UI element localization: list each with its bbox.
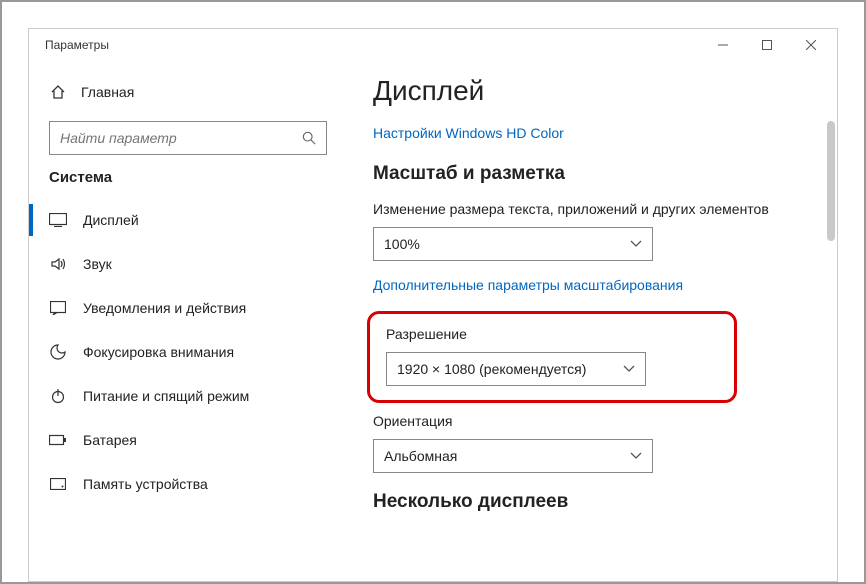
orientation-value: Альбомная [384, 448, 457, 464]
titlebar: Параметры [29, 29, 837, 61]
orientation-label: Ориентация [373, 413, 797, 429]
sidebar-item-sound[interactable]: Звук [29, 242, 347, 286]
sidebar-item-label: Звук [83, 256, 112, 272]
search-icon [302, 131, 316, 145]
sidebar-item-battery[interactable]: Батарея [29, 418, 347, 462]
search-box[interactable] [49, 121, 327, 155]
settings-window: Параметры Главная [28, 28, 838, 582]
chevron-down-icon [630, 452, 642, 460]
scale-value: 100% [384, 236, 420, 252]
sidebar-item-focus[interactable]: Фокусировка внимания [29, 330, 347, 374]
hd-color-link[interactable]: Настройки Windows HD Color [373, 125, 797, 141]
outer-frame: Параметры Главная [0, 0, 866, 584]
multi-display-heading: Несколько дисплеев [373, 491, 797, 513]
chevron-down-icon [623, 365, 635, 373]
window-title: Параметры [45, 38, 109, 52]
sidebar-item-label: Дисплей [83, 212, 139, 228]
notifications-icon [49, 301, 67, 315]
chevron-down-icon [630, 240, 642, 248]
sidebar-item-label: Фокусировка внимания [83, 344, 234, 360]
page-title: Дисплей [373, 75, 797, 107]
window-controls [701, 29, 833, 61]
scrollbar-thumb[interactable] [827, 121, 835, 241]
power-icon [49, 388, 67, 404]
scale-heading: Масштаб и разметка [373, 163, 797, 185]
maximize-button[interactable] [745, 29, 789, 61]
sidebar-item-power[interactable]: Питание и спящий режим [29, 374, 347, 418]
sidebar-item-notifications[interactable]: Уведомления и действия [29, 286, 347, 330]
home-icon [49, 84, 67, 100]
battery-icon [49, 434, 67, 446]
orientation-select[interactable]: Альбомная [373, 439, 653, 473]
display-icon [49, 213, 67, 227]
sidebar-item-label: Память устройства [83, 476, 208, 492]
sidebar-item-label: Питание и спящий режим [83, 388, 249, 404]
focus-icon [49, 344, 67, 360]
search-input[interactable] [60, 130, 278, 146]
sidebar-item-label: Уведомления и действия [83, 300, 246, 316]
sidebar-item-storage[interactable]: Память устройства [29, 462, 347, 506]
resolution-highlight: Разрешение 1920 × 1080 (рекомендуется) [367, 311, 737, 403]
window-body: Главная Система Дисплей [29, 61, 837, 581]
sidebar-nav: Дисплей Звук Уведомления и действия [29, 198, 347, 506]
home-label: Главная [81, 84, 134, 100]
content-pane: Дисплей Настройки Windows HD Color Масшт… [347, 61, 837, 581]
minimize-button[interactable] [701, 29, 745, 61]
sidebar-section-title: Система [29, 169, 347, 186]
sound-icon [49, 256, 67, 272]
resolution-select[interactable]: 1920 × 1080 (рекомендуется) [386, 352, 646, 386]
scale-select[interactable]: 100% [373, 227, 653, 261]
resolution-label: Разрешение [386, 326, 718, 342]
close-button[interactable] [789, 29, 833, 61]
sidebar-item-label: Батарея [83, 432, 137, 448]
home-link[interactable]: Главная [29, 73, 347, 111]
sidebar-item-display[interactable]: Дисплей [29, 198, 347, 242]
resolution-value: 1920 × 1080 (рекомендуется) [397, 361, 586, 377]
scale-label: Изменение размера текста, приложений и д… [373, 201, 797, 217]
advanced-scaling-link[interactable]: Дополнительные параметры масштабирования [373, 277, 797, 293]
storage-icon [49, 478, 67, 490]
sidebar: Главная Система Дисплей [29, 61, 347, 581]
